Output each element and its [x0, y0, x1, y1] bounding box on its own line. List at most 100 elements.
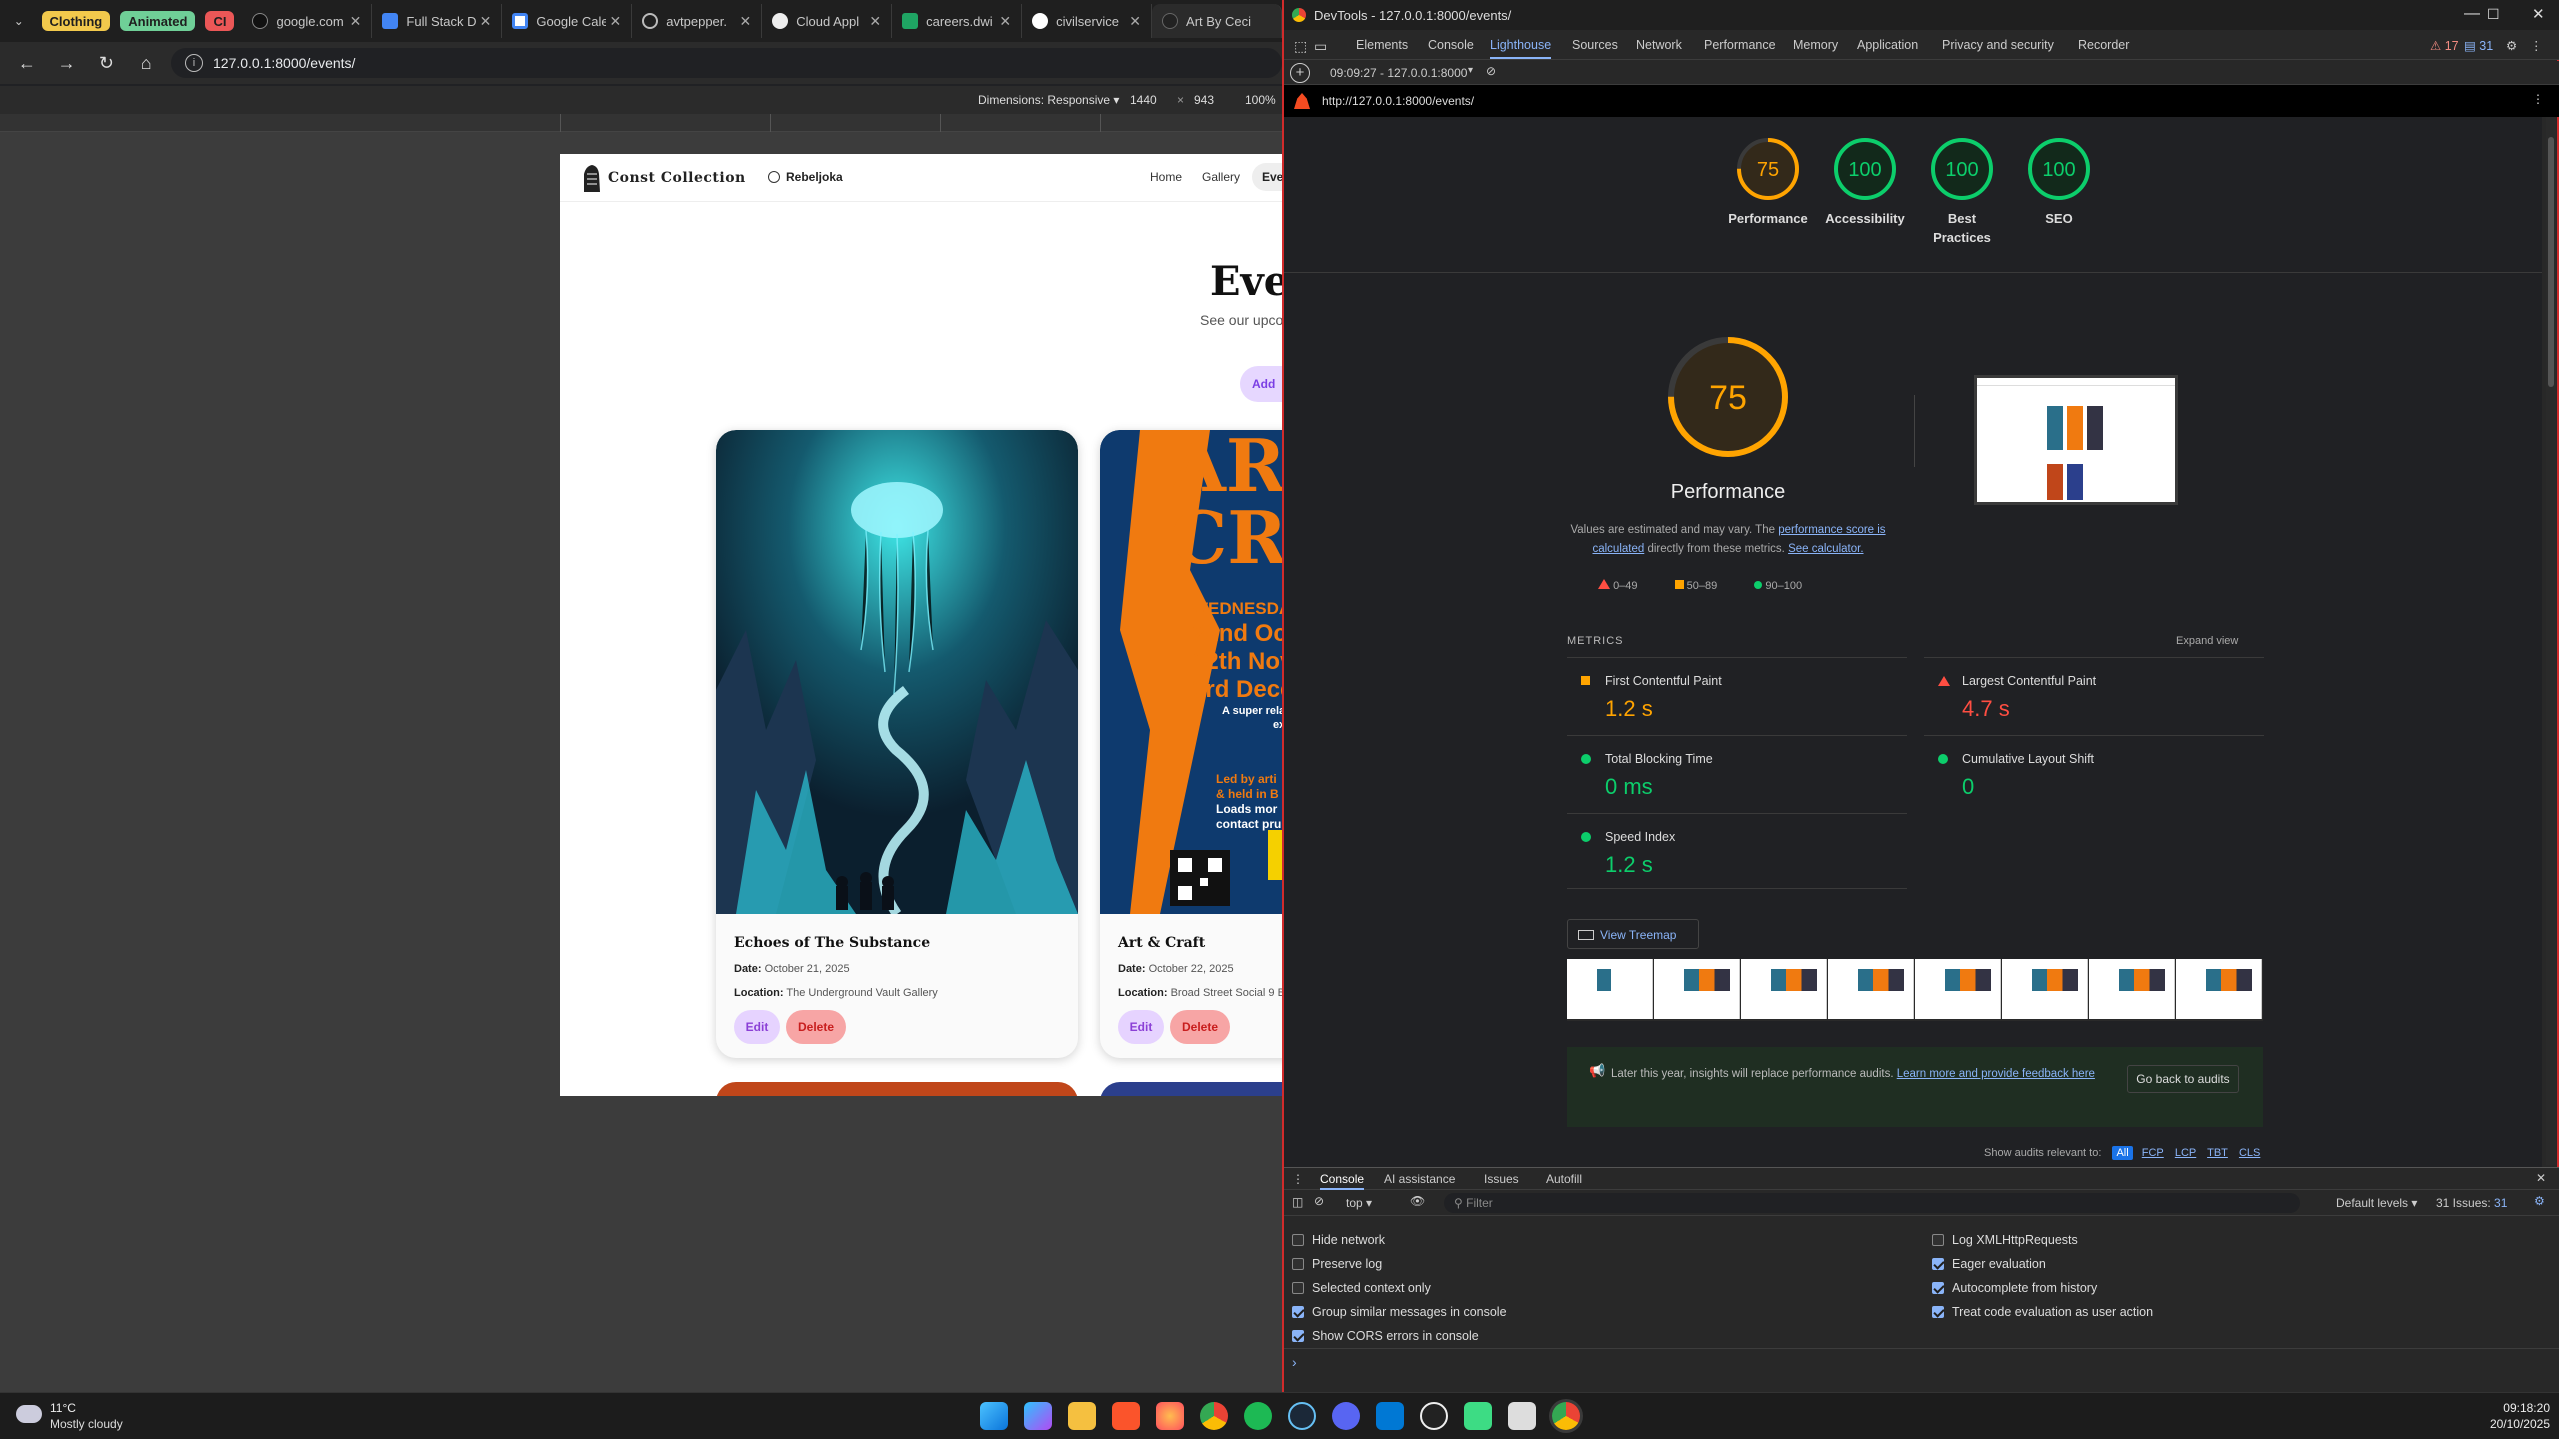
- android-studio-icon[interactable]: [1464, 1402, 1492, 1430]
- brand-name[interactable]: Const Collection: [608, 170, 746, 186]
- filter-fcp[interactable]: FCP: [2142, 1147, 2164, 1159]
- browser-tab[interactable]: Full Stack D ✕: [372, 4, 503, 38]
- close-icon[interactable]: ✕: [610, 13, 622, 30]
- height-input[interactable]: 943: [1194, 93, 1214, 107]
- close-icon[interactable]: ✕: [350, 13, 362, 30]
- dimensions-select[interactable]: Dimensions: Responsive ▾: [978, 93, 1119, 107]
- nav-home-link[interactable]: Home: [1150, 170, 1182, 184]
- report-select[interactable]: 09:09:27 - 127.0.0.1:8000: [1330, 66, 1467, 80]
- tab-group-clothing[interactable]: Clothing: [41, 11, 111, 31]
- insights-feedback-link[interactable]: Learn more and provide feedback here: [1897, 1068, 2095, 1080]
- browser-tab[interactable]: google.com ✕: [242, 4, 373, 38]
- context-select[interactable]: top ▾: [1346, 1196, 1372, 1210]
- go-back-to-audits-button[interactable]: Go back to audits: [2127, 1065, 2239, 1093]
- tab-recorder[interactable]: Recorder: [2078, 38, 2129, 52]
- brand-logo-icon[interactable]: [580, 162, 604, 194]
- filter-tbt[interactable]: TBT: [2207, 1147, 2228, 1159]
- eager-evaluation-checkbox[interactable]: [1932, 1258, 1944, 1270]
- accessibility-gauge[interactable]: 100: [1833, 137, 1897, 201]
- browser-tab[interactable]: Cloud Appl ✕: [762, 4, 893, 38]
- address-bar[interactable]: i 127.0.0.1:8000/events/: [171, 48, 1282, 78]
- tab-group-animated[interactable]: Animated: [120, 11, 196, 31]
- filter-cls[interactable]: CLS: [2239, 1147, 2260, 1159]
- close-icon[interactable]: ✕: [2532, 5, 2545, 23]
- clock-time[interactable]: 09:18:20: [2470, 1401, 2550, 1415]
- chrome-active-icon[interactable]: [1552, 1402, 1580, 1430]
- nav-events-link[interactable]: Eve: [1252, 163, 1282, 191]
- drawer-menu-icon[interactable]: ⋮: [1292, 1172, 1304, 1186]
- filter-all[interactable]: All: [2112, 1146, 2133, 1160]
- user-chip[interactable]: Rebeljoka: [768, 170, 843, 184]
- close-drawer-icon[interactable]: ✕: [2536, 1171, 2546, 1185]
- weather-desc[interactable]: Mostly cloudy: [50, 1417, 123, 1431]
- chatgpt-icon[interactable]: [1420, 1402, 1448, 1430]
- spotify-icon[interactable]: [1244, 1402, 1272, 1430]
- view-treemap-button[interactable]: View Treemap: [1567, 919, 1699, 949]
- firefox-icon[interactable]: [1156, 1402, 1184, 1430]
- edit-button[interactable]: Edit: [1118, 1010, 1164, 1044]
- edit-button[interactable]: Edit: [734, 1010, 780, 1044]
- settings-icon[interactable]: ⚙: [2506, 38, 2517, 53]
- selected-context-checkbox[interactable]: [1292, 1282, 1304, 1294]
- notepad-icon[interactable]: [1508, 1402, 1536, 1430]
- forward-icon[interactable]: →: [52, 48, 82, 78]
- browser-tab[interactable]: careers.dwi ✕: [892, 4, 1023, 38]
- issues-counter[interactable]: 31 Issues: 31: [2436, 1196, 2507, 1210]
- tab-memory[interactable]: Memory: [1793, 38, 1838, 52]
- tab-performance[interactable]: Performance: [1704, 38, 1776, 52]
- vscode-icon[interactable]: [1376, 1402, 1404, 1430]
- nav-gallery-link[interactable]: Gallery: [1202, 170, 1240, 184]
- more-options-icon[interactable]: ⋮: [2530, 38, 2543, 53]
- width-input[interactable]: 1440: [1130, 93, 1157, 107]
- reload-icon[interactable]: ↻: [92, 48, 122, 78]
- performance-gauge[interactable]: 75: [1736, 137, 1800, 201]
- home-icon[interactable]: ⌂: [131, 48, 161, 78]
- filter-lcp[interactable]: LCP: [2175, 1147, 2196, 1159]
- close-icon[interactable]: ✕: [739, 13, 751, 30]
- weather-temp[interactable]: 11°C: [50, 1401, 76, 1415]
- tab-search-icon[interactable]: ⌄: [6, 8, 32, 34]
- report-scrollbar[interactable]: [2546, 117, 2556, 1165]
- tab-group-ci[interactable]: CI: [205, 11, 235, 31]
- start-icon[interactable]: [980, 1402, 1008, 1430]
- delete-button[interactable]: Delete: [1170, 1010, 1230, 1044]
- browser-tab[interactable]: avtpepper. ✕: [632, 4, 763, 38]
- tab-privacy[interactable]: Privacy and security: [1942, 38, 2054, 52]
- close-icon[interactable]: ✕: [1129, 13, 1141, 30]
- weather-cloud-icon[interactable]: [16, 1405, 42, 1423]
- tab-lighthouse[interactable]: Lighthouse: [1490, 38, 1552, 59]
- clear-icon[interactable]: ⊘: [1486, 64, 1496, 78]
- chrome-icon[interactable]: [1200, 1402, 1228, 1430]
- tab-elements[interactable]: Elements: [1356, 38, 1408, 52]
- drawer-tab-autofill[interactable]: Autofill: [1546, 1172, 1582, 1186]
- drawer-tab-issues[interactable]: Issues: [1484, 1172, 1519, 1186]
- issues-info-count[interactable]: ▤ 31: [2464, 38, 2493, 53]
- site-info-icon[interactable]: i: [185, 54, 203, 72]
- clock-date[interactable]: 20/10/2025: [2470, 1417, 2550, 1431]
- tab-network[interactable]: Network: [1636, 38, 1682, 52]
- eye-icon[interactable]: 👁: [1410, 1194, 1425, 1208]
- autocomplete-history-checkbox[interactable]: [1932, 1282, 1944, 1294]
- close-icon[interactable]: ✕: [999, 13, 1011, 30]
- inspect-icon[interactable]: ⬚: [1294, 38, 1307, 55]
- drawer-tab-console[interactable]: Console: [1320, 1172, 1365, 1190]
- console-filter-input[interactable]: ⚲ Filter: [1444, 1193, 2300, 1213]
- group-similar-checkbox[interactable]: [1292, 1306, 1304, 1318]
- file-explorer-icon[interactable]: [1068, 1402, 1096, 1430]
- treat-eval-checkbox[interactable]: [1932, 1306, 1944, 1318]
- best-practices-gauge[interactable]: 100: [1930, 137, 1994, 201]
- hide-network-checkbox[interactable]: [1292, 1234, 1304, 1246]
- new-report-icon[interactable]: +: [1290, 63, 1310, 83]
- discord-icon[interactable]: [1332, 1402, 1360, 1430]
- calculator-link[interactable]: See calculator.: [1788, 543, 1863, 555]
- expand-view-toggle[interactable]: Expand view: [2176, 635, 2238, 647]
- console-settings-icon[interactable]: ⚙: [2534, 1194, 2545, 1208]
- delete-button[interactable]: Delete: [786, 1010, 846, 1044]
- report-url[interactable]: http://127.0.0.1:8000/events/: [1322, 94, 1474, 108]
- scrollbar-thumb[interactable]: [2548, 137, 2554, 387]
- clear-console-icon[interactable]: ⊘: [1314, 1194, 1324, 1208]
- issues-warning-count[interactable]: ⚠ 17: [2430, 38, 2459, 53]
- drawer-tab-ai[interactable]: AI assistance: [1384, 1172, 1455, 1186]
- minimize-icon[interactable]: —: [2464, 5, 2480, 23]
- close-icon[interactable]: ✕: [480, 13, 492, 30]
